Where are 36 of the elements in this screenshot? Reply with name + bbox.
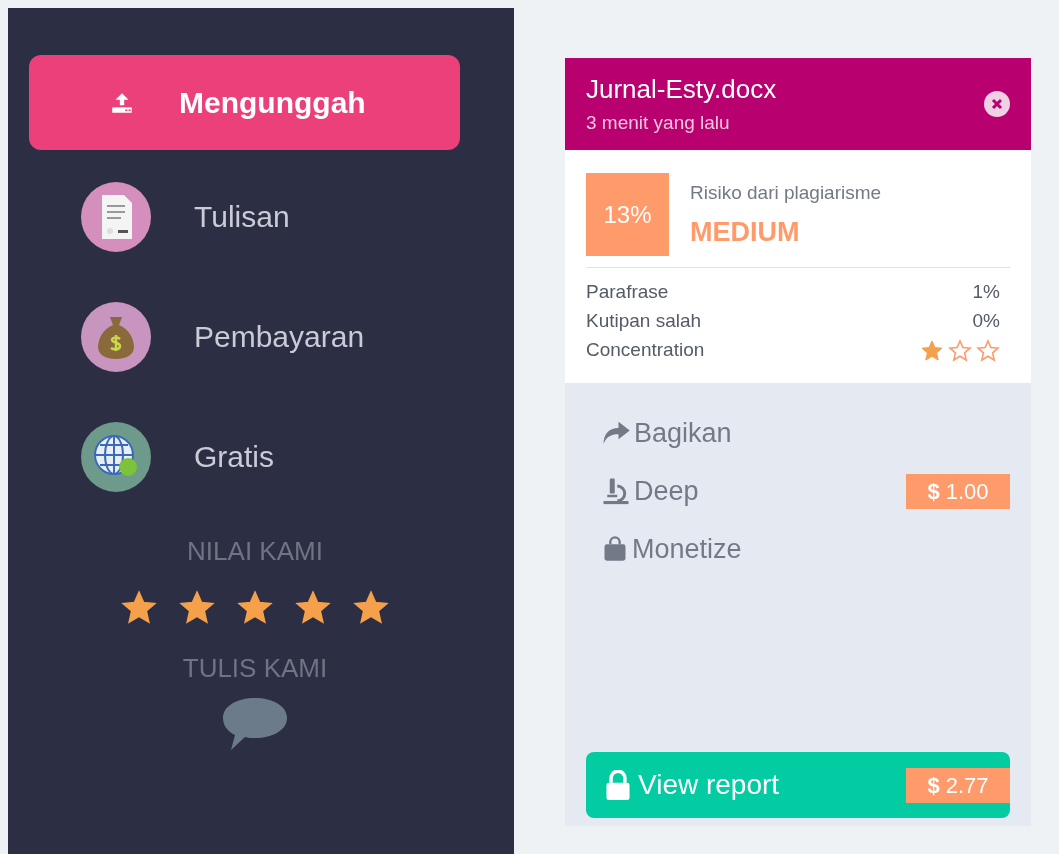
filled-star-icon [920, 338, 944, 363]
risk-label: Risiko dari plagiarisme [690, 181, 882, 205]
price-label: $ 2.77 [927, 771, 989, 800]
action-link[interactable]: Deep [601, 470, 699, 512]
empty-star-icon [948, 338, 972, 363]
write-us-label: TULIS KAMI [182, 652, 328, 685]
metric-value: 1% [972, 280, 1000, 305]
file-name: Jurnal-Esty.docx [586, 73, 777, 107]
metric-value: 0% [972, 309, 1000, 334]
risk-level: MEDIUM [690, 215, 801, 249]
upload-time: 3 menit yang lalu [586, 111, 731, 136]
filled-star-icon [178, 589, 216, 627]
action-link[interactable]: Monetize [601, 528, 742, 570]
rating-label: NILAI KAMI [187, 535, 323, 568]
filled-star-icon [236, 589, 274, 627]
filled-star-icon [294, 589, 332, 627]
metric-label: Parafrase [586, 280, 669, 305]
close-icon[interactable] [984, 91, 1010, 117]
metric-label: Concentration [586, 338, 705, 363]
microscope-icon [601, 476, 631, 506]
sidebar-item[interactable]: Tulisan [29, 163, 460, 270]
price-label: $ 1.00 [927, 477, 989, 506]
sidebar-item[interactable]: Pembayaran [29, 283, 460, 390]
document-icon [80, 180, 152, 253]
money-bag-icon [80, 300, 152, 373]
metric-label: Kutipan salah [586, 309, 702, 334]
globe-icon [80, 420, 152, 493]
sidebar-item[interactable]: Gratis [29, 403, 460, 510]
view-report-button[interactable]: View report $ 2.77 [586, 752, 1010, 818]
action-link[interactable]: Bagikan [601, 412, 732, 454]
filled-star-icon [120, 589, 158, 627]
filled-star-icon [352, 589, 390, 627]
sidebar-item[interactable]: Mengunggah [29, 55, 460, 150]
empty-star-icon [976, 338, 1000, 363]
lock-icon [604, 770, 632, 800]
risk-percent: 13% [586, 173, 669, 256]
